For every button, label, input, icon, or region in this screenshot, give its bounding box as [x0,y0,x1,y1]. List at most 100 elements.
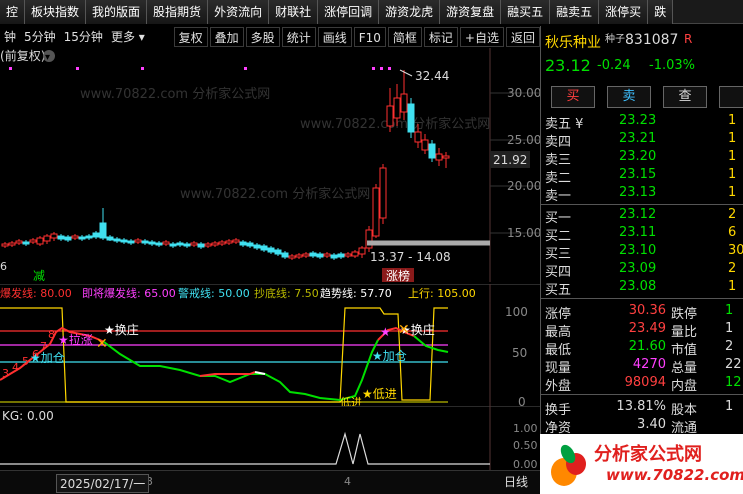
timeframe-1min[interactable]: 钟 [0,26,20,48]
ask-row[interactable]: 卖五 ¥23.23 1 [541,112,743,132]
overlay-button[interactable]: 叠加 [209,27,244,47]
ind-y-50: 50 [512,346,527,360]
kg-panel[interactable]: KG: 0.00 1.00 0.50 0.00 [0,406,540,470]
menu-item-9[interactable]: 融买五 [501,0,551,24]
menu-item-6[interactable]: 涨停回调 [318,0,380,24]
stat-value: 22 [725,357,742,372]
ask-price: 23.23 [619,113,657,128]
menu-item-1[interactable]: 板块指数 [25,0,87,24]
bid-volume: 6 [728,225,737,240]
stat-row: 最低 21.60 市值 2 [541,338,743,358]
mark-button[interactable]: 标记 [423,27,458,47]
ask-row[interactable]: 卖一 23.13 1 [541,184,743,204]
candle-body [176,242,184,246]
candlestick-chart[interactable]: (前复权) ▾ 30.00 25.00 20.00 15.00 21.92 ww… [0,48,540,282]
svg-text:★加仓: ★加仓 [372,349,407,363]
indicator-panel[interactable]: 爆发线: 80.00 即将爆发线: 65.00 警戒线: 50.00 抄底线: 7.5… [0,284,540,406]
candle-body [407,103,415,133]
more-button[interactable] [719,86,743,108]
menu-item-12[interactable]: 跌 [648,0,674,24]
stat-label: 外盘 [545,379,572,394]
price-change: -0.24 [597,58,631,73]
stat-row: 现量 4270 总量 22 [541,356,743,376]
back-button[interactable]: 返回 [505,27,540,47]
query-button[interactable]: 查 [663,86,707,108]
multi-stock-button[interactable]: 多股 [245,27,280,47]
candle-body [120,239,128,243]
candle-body [50,233,58,239]
candle-body [393,97,401,119]
candle-body [281,252,289,258]
bid-volume: 2 [728,261,737,276]
statistics-button[interactable]: 统计 [281,27,316,47]
menu-item-11[interactable]: 涨停买 [599,0,649,24]
left-num: 6 [0,260,7,273]
signal-dot [76,67,79,70]
candle-body [162,241,170,245]
menu-item-8[interactable]: 游资复盘 [440,0,502,24]
candle-body [225,240,233,244]
candle-body [295,254,303,258]
range-label: 13.37 - 14.08 [370,250,451,264]
ask-row[interactable]: 卖二 23.15 1 [541,166,743,186]
candle-body [134,239,142,243]
signal-dot [372,67,375,70]
menu-item-7[interactable]: 游资龙虎 [379,0,441,24]
svg-text:低进: 低进 [340,396,362,406]
signal-dot [380,67,383,70]
candle-body [337,253,345,258]
menu-item-4[interactable]: 外资流向 [208,0,270,24]
menu-item-2[interactable]: 我的版面 [86,0,148,24]
candle-body [169,243,177,247]
timeframe-5min[interactable]: 5分钟 [20,26,60,48]
add-watchlist-button[interactable]: +自选 [459,27,504,47]
candle-body [435,153,443,161]
bid-label: 买五 [545,283,572,298]
candle-body [267,247,275,253]
candle-body [92,232,100,238]
date-tick: 4 [344,475,351,488]
bid-row[interactable]: 买三 23.10 30 [541,242,743,262]
svg-text:0.00: 0.00 [513,458,538,470]
stock-code: 831087 [625,32,679,48]
svg-text:★拉涨: ★拉涨 [58,332,93,347]
timeframe-more[interactable]: 更多 ▾ [107,26,149,48]
candle-body [211,242,219,246]
stat-value: 12 [725,375,742,390]
adjust-label: (前复权) [0,48,45,63]
bid-row[interactable]: 买二 23.11 6 [541,224,743,244]
bid-row[interactable]: 买五 23.08 1 [541,278,743,298]
candle-body [288,255,296,259]
stat-value: 3.40 [637,417,666,432]
candle-body [316,253,324,258]
period-daily[interactable]: 日线 [500,473,532,490]
sector-tag[interactable]: 种子 [605,30,625,45]
simple-frame-button[interactable]: 简框 [387,27,422,47]
candle-body [400,93,408,113]
candle-body [421,139,429,151]
bid-row[interactable]: 买一 23.12 2 [541,206,743,226]
buy-button[interactable]: 买 [551,86,595,108]
menu-item-3[interactable]: 股指期货 [147,0,209,24]
candle-body [344,253,352,257]
candle-body [36,237,44,245]
stat-row: 净资 3.40 流通 [541,416,743,436]
draw-line-button[interactable]: 画线 [317,27,352,47]
ask-price: 23.15 [619,167,657,182]
ask-row[interactable]: 卖四 23.21 1 [541,130,743,150]
adjust-button[interactable]: 复权 [173,27,208,47]
ask-row[interactable]: 卖三 23.20 1 [541,148,743,168]
svg-text:1.00: 1.00 [513,422,538,435]
menu-item-0[interactable]: 控 [0,0,26,24]
f10-button[interactable]: F10 [353,27,386,47]
timeframe-15min[interactable]: 15分钟 [60,26,107,48]
bid-row[interactable]: 买四 23.09 2 [541,260,743,280]
watermark: www.70822.com 分析家公式网 [180,186,370,202]
candle-body [309,252,317,257]
bid-price: 23.10 [619,243,657,258]
last-price: 23.12 [545,56,591,75]
menu-item-5[interactable]: 财联社 [269,0,319,24]
candle-body [78,236,86,240]
menu-item-10[interactable]: 融卖五 [550,0,600,24]
sell-button[interactable]: 卖 [607,86,651,108]
